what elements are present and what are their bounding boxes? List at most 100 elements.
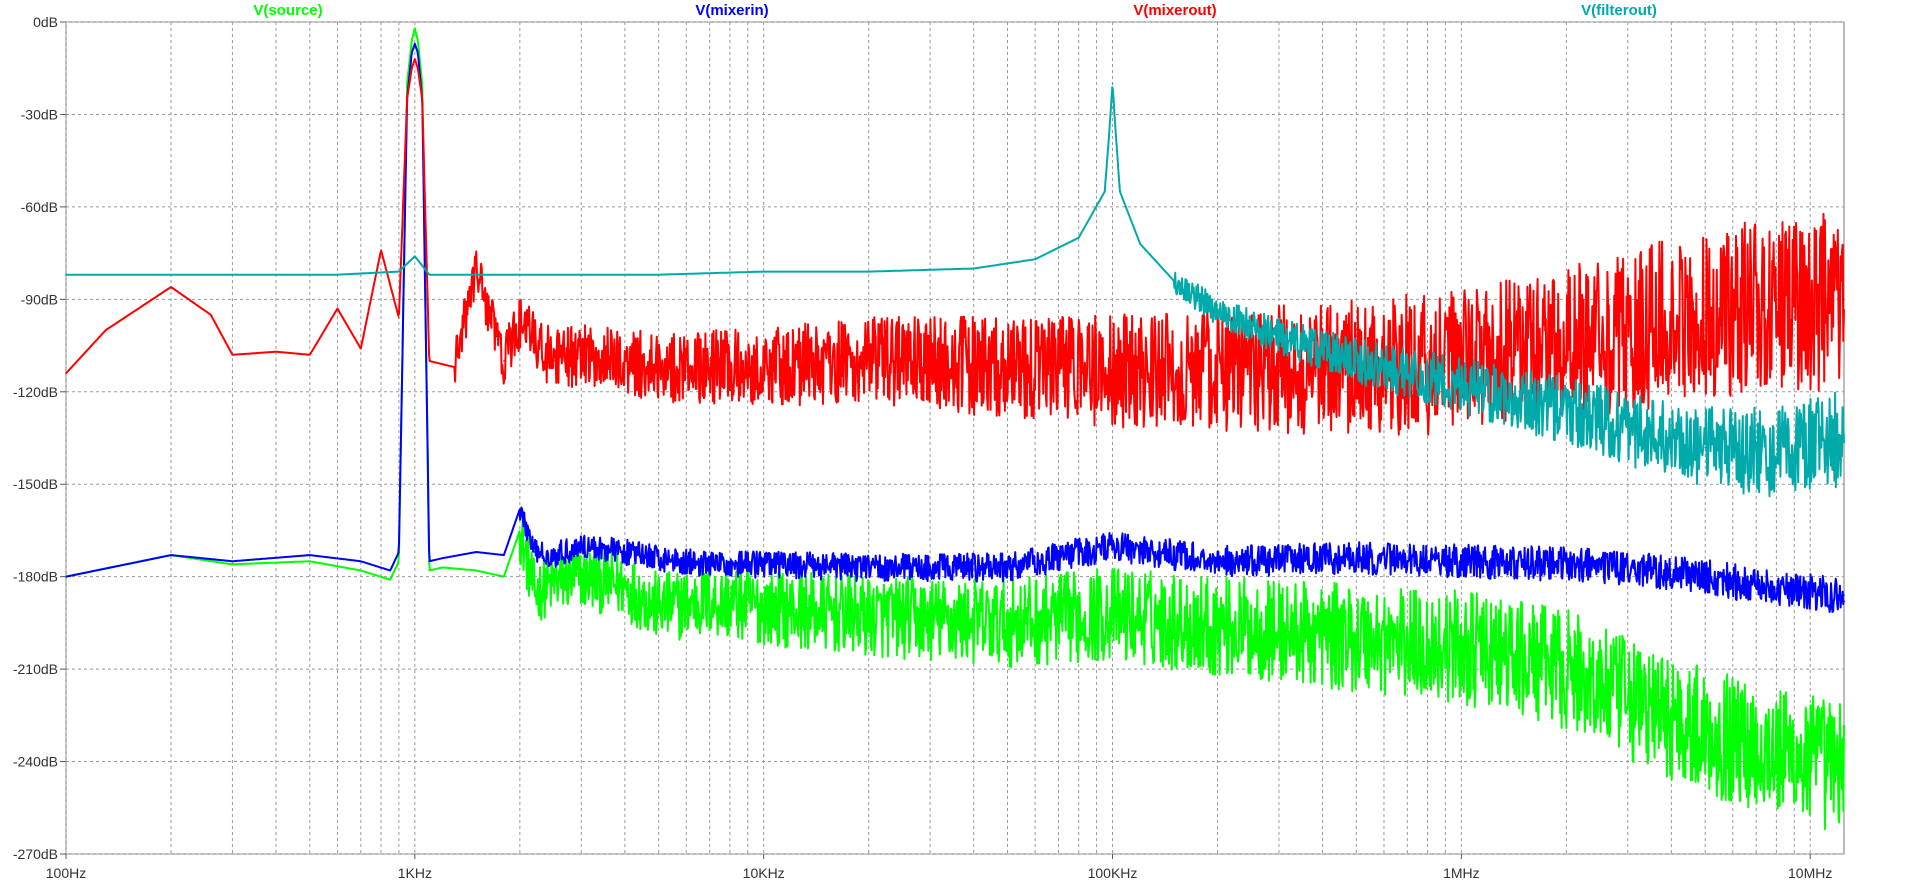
- data-point: [414, 27, 416, 29]
- y-tick-label: -30dB: [21, 106, 58, 122]
- data-point: [398, 551, 400, 553]
- data-point: [867, 360, 870, 362]
- data-point: [1278, 335, 1280, 338]
- data-point: [1565, 344, 1568, 347]
- x-tick-label: 100Hz: [46, 865, 86, 881]
- data-point: [428, 360, 431, 362]
- data-point: [398, 560, 400, 563]
- data-point: [519, 323, 521, 325]
- data-point: [309, 554, 311, 556]
- plot-svg: 0dB -30dB -60dB -90dB -120dB -150dB -180dB -210…: [13, 2, 1845, 881]
- data-point: [533, 551, 536, 553]
- data-point: [708, 600, 711, 603]
- data-point: [1355, 637, 1358, 640]
- data-point: [1565, 668, 1568, 670]
- data-point: [421, 98, 424, 100]
- data-point: [398, 270, 400, 273]
- data-point: [309, 560, 311, 563]
- data-point: [580, 575, 583, 578]
- data-point: [1111, 612, 1114, 615]
- data-point: [417, 67, 419, 70]
- data-point: [1704, 729, 1706, 732]
- data-point: [1006, 366, 1009, 368]
- data-point: [624, 585, 626, 587]
- data-point: [503, 554, 505, 556]
- data-point: [360, 560, 362, 563]
- data-point: [65, 372, 67, 375]
- data-point: [552, 554, 555, 556]
- legend-entry[interactable]: V(mixerout): [1133, 2, 1216, 19]
- data-point: [398, 317, 400, 319]
- legend-entry[interactable]: V(mixerin): [695, 2, 768, 19]
- data-point: [406, 98, 408, 100]
- data-point: [336, 307, 339, 310]
- y-tick-label: -180dB: [13, 569, 58, 585]
- y-tick-label: -210dB: [13, 661, 58, 677]
- data-point: [1626, 427, 1629, 430]
- data-point: [1216, 372, 1219, 375]
- data-point: [414, 58, 416, 60]
- data-point: [1626, 566, 1629, 569]
- data-point: [275, 350, 277, 353]
- data-point: [1704, 575, 1706, 578]
- data-point: [1077, 236, 1080, 239]
- data-point: [657, 273, 660, 276]
- data-point: [1775, 452, 1778, 455]
- data-point: [380, 249, 382, 251]
- data-point: [1111, 82, 1114, 85]
- data-point: [1704, 446, 1706, 449]
- data-point: [453, 366, 456, 368]
- data-point: [428, 273, 431, 276]
- y-tick-label: -120dB: [13, 384, 58, 400]
- data-point: [1114, 129, 1117, 131]
- data-point: [1775, 304, 1778, 307]
- data-point: [657, 606, 660, 609]
- data-point: [428, 560, 431, 563]
- x-tick-label: 10KHz: [743, 865, 785, 881]
- y-tick-label: -240dB: [13, 754, 58, 770]
- data-point: [1460, 560, 1463, 563]
- data-point: [867, 566, 870, 569]
- data-point: [231, 354, 234, 356]
- data-point: [552, 360, 555, 362]
- data-point: [309, 354, 311, 356]
- data-point: [475, 551, 478, 553]
- data-point: [475, 267, 478, 270]
- data-point: [762, 563, 765, 566]
- data-point: [762, 366, 765, 368]
- data-point: [336, 273, 339, 276]
- data-point: [414, 42, 416, 45]
- data-point: [1278, 369, 1280, 372]
- y-tick-label: -60dB: [21, 199, 58, 215]
- x-tick-label: 100KHz: [1088, 865, 1138, 881]
- data-point: [475, 569, 478, 572]
- data-point: [708, 563, 711, 566]
- data-point: [1843, 437, 1845, 439]
- legend: V(source) V(mixerin) V(mixerout) V(filterou…: [253, 2, 1657, 19]
- data-point: [170, 554, 172, 556]
- data-point: [1111, 369, 1114, 372]
- data-point: [867, 615, 870, 618]
- legend-entry[interactable]: V(source): [253, 2, 322, 19]
- y-tick-label: -90dB: [21, 291, 58, 307]
- data-point: [410, 39, 413, 42]
- legend-entry[interactable]: V(filterout): [1581, 2, 1657, 19]
- data-point: [503, 575, 505, 578]
- y-tick-label: -150dB: [13, 476, 58, 492]
- data-point: [1775, 751, 1778, 754]
- data-point: [657, 366, 660, 368]
- data-point: [1006, 622, 1009, 624]
- x-tick-label: 1MHz: [1443, 865, 1480, 881]
- y-tick-label: -270dB: [13, 846, 58, 862]
- data-point: [360, 569, 362, 572]
- data-point: [1460, 384, 1463, 387]
- data-point: [1460, 646, 1463, 649]
- data-point: [867, 270, 870, 273]
- data-point: [1111, 545, 1114, 547]
- data-point: [1704, 313, 1706, 316]
- data-point: [519, 508, 521, 510]
- data-point: [417, 39, 419, 42]
- data-point: [1843, 766, 1845, 769]
- data-point: [580, 354, 583, 356]
- data-point: [503, 360, 505, 362]
